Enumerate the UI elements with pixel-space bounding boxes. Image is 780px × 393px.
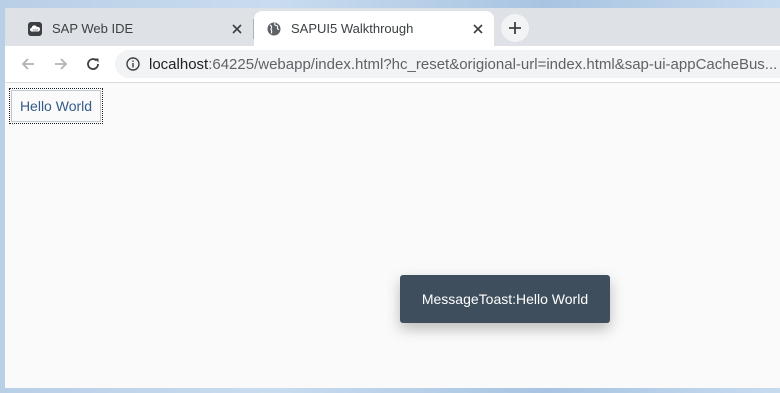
forward-button[interactable] <box>51 54 71 74</box>
forward-arrow-icon <box>55 58 68 70</box>
svg-text:</>: </> <box>32 28 39 32</box>
globe-icon <box>266 21 282 37</box>
close-tab-icon[interactable] <box>229 21 245 37</box>
page-viewport: Hello World MessageToast:Hello World <box>5 83 780 388</box>
url-host: localhost <box>149 55 209 73</box>
tab-sap-web-ide[interactable]: </> SAP Web IDE <box>17 11 253 46</box>
reload-button[interactable] <box>83 54 103 74</box>
hello-world-label: Hello World <box>19 98 93 114</box>
back-arrow-icon <box>21 58 34 70</box>
url-path: :64225/webapp/index.html?hc_reset&origio… <box>208 55 778 73</box>
tab-title: SAP Web IDE <box>52 21 134 36</box>
url-text: localhost:64225/webapp/index.html?hc_res… <box>149 56 777 73</box>
tab-sapui5-walkthrough[interactable]: SAPUI5 Walkthrough <box>254 11 494 46</box>
new-tab-button[interactable] <box>501 14 529 42</box>
reload-icon <box>87 58 99 70</box>
hello-world-button[interactable]: Hello World <box>9 88 103 124</box>
plus-icon <box>509 22 521 34</box>
sap-webide-icon: </> <box>27 21 43 37</box>
message-toast: MessageToast:Hello World <box>400 275 610 323</box>
browser-toolbar: localhost:64225/webapp/index.html?hc_res… <box>5 46 780 83</box>
browser-window: </> SAP Web IDE SAPUI5 Walkthrough local… <box>5 8 780 388</box>
back-button[interactable] <box>18 54 38 74</box>
info-icon[interactable] <box>125 56 141 72</box>
tab-strip: </> SAP Web IDE SAPUI5 Walkthrough <box>5 8 780 46</box>
address-bar[interactable]: localhost:64225/webapp/index.html?hc_res… <box>115 50 780 78</box>
close-tab-icon[interactable] <box>470 21 486 37</box>
tab-title: SAPUI5 Walkthrough <box>291 21 414 36</box>
